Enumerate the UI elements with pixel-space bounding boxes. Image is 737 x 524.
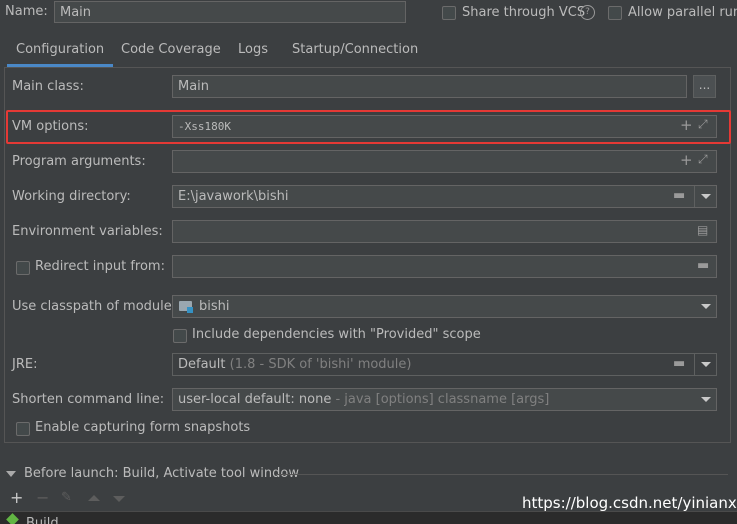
include-deps-checkbox[interactable] [173,329,187,343]
program-arguments-label: Program arguments: [12,154,146,169]
redirect-input-label: Redirect input from: [35,259,165,274]
folder-icon[interactable]: ▬ [673,357,685,370]
program-arguments-input[interactable] [172,150,717,173]
enable-snapshots-label: Enable capturing form snapshots [35,420,251,435]
edit-icon[interactable]: ✎ [61,491,72,504]
allow-parallel-checkbox[interactable] [608,6,622,20]
tab-logs[interactable]: Logs [238,41,268,67]
plus-icon[interactable]: + [680,118,693,133]
share-vcs-label: Share through VCS [462,5,586,20]
before-launch-label[interactable]: Before launch: Build, Activate tool wind… [24,466,299,481]
jre-hint: (1.8 - SDK of 'bishi' module) [229,357,412,372]
chevron-down-icon[interactable] [701,304,711,309]
expand-icon[interactable]: ⤢ [698,118,708,130]
vm-options-label: VM options: [12,119,89,134]
chevron-down-icon[interactable] [701,194,711,199]
expand-icon[interactable]: ⤢ [698,153,708,165]
move-down-icon[interactable] [113,496,125,502]
classpath-module-select[interactable]: bishi [172,295,717,318]
shorten-hint: - java [options] classname [args] [331,392,550,407]
jre-select[interactable]: Default (1.8 - SDK of 'bishi' module) [172,353,717,376]
watermark: https://blog.csdn.net/yinianxx [522,494,737,512]
chevron-down-icon[interactable] [701,397,711,402]
collapse-arrow-icon[interactable] [6,471,16,477]
working-directory-input[interactable]: E:\javawork\bishi [172,185,717,208]
include-deps-label: Include dependencies with "Provided" sco… [192,327,481,342]
question-circle-icon[interactable]: ? [580,5,595,20]
jre-label: JRE: [12,357,38,372]
divider [694,186,695,207]
name-input[interactable]: Main [54,1,406,23]
vm-options-input[interactable]: -Xss180K [172,115,717,138]
share-vcs-checkbox[interactable] [442,6,456,20]
shorten-command-select[interactable]: user-local default: none - java [options… [172,388,717,411]
folder-icon[interactable]: ▬ [673,189,685,202]
enable-snapshots-checkbox[interactable] [16,422,30,436]
chevron-down-icon[interactable] [701,362,711,367]
document-icon[interactable]: ▤ [697,224,708,236]
environment-variables-input[interactable] [172,220,717,243]
environment-variables-label: Environment variables: [12,224,163,239]
remove-icon[interactable]: − [36,490,49,506]
module-badge [187,307,193,313]
redirect-input-checkbox[interactable] [16,261,30,275]
folder-icon[interactable]: ▬ [697,259,709,272]
classpath-module-label: Use classpath of module: [12,299,177,314]
jre-value: Default [178,357,226,372]
before-launch-list: Build [0,511,737,524]
shorten-value: user-local default: none [178,392,332,407]
shorten-command-label: Shorten command line: [12,392,165,407]
build-icon [6,513,19,524]
move-up-icon[interactable] [88,495,100,501]
redirect-input-field[interactable] [172,255,717,278]
tab-startup-connection[interactable]: Startup/Connection [292,41,418,67]
separator [276,474,728,475]
tab-code-coverage[interactable]: Code Coverage [121,41,221,67]
tab-configuration[interactable]: Configuration [7,41,114,67]
plus-icon[interactable]: + [680,153,693,168]
name-label: Name: [5,4,48,19]
main-class-input[interactable]: Main [172,75,687,98]
add-icon[interactable]: + [10,490,23,506]
working-directory-label: Working directory: [12,189,131,204]
main-class-label: Main class: [12,79,84,94]
divider [694,354,695,375]
allow-parallel-label: Allow parallel run [628,5,737,20]
browse-main-class-button[interactable]: ... [693,75,716,98]
